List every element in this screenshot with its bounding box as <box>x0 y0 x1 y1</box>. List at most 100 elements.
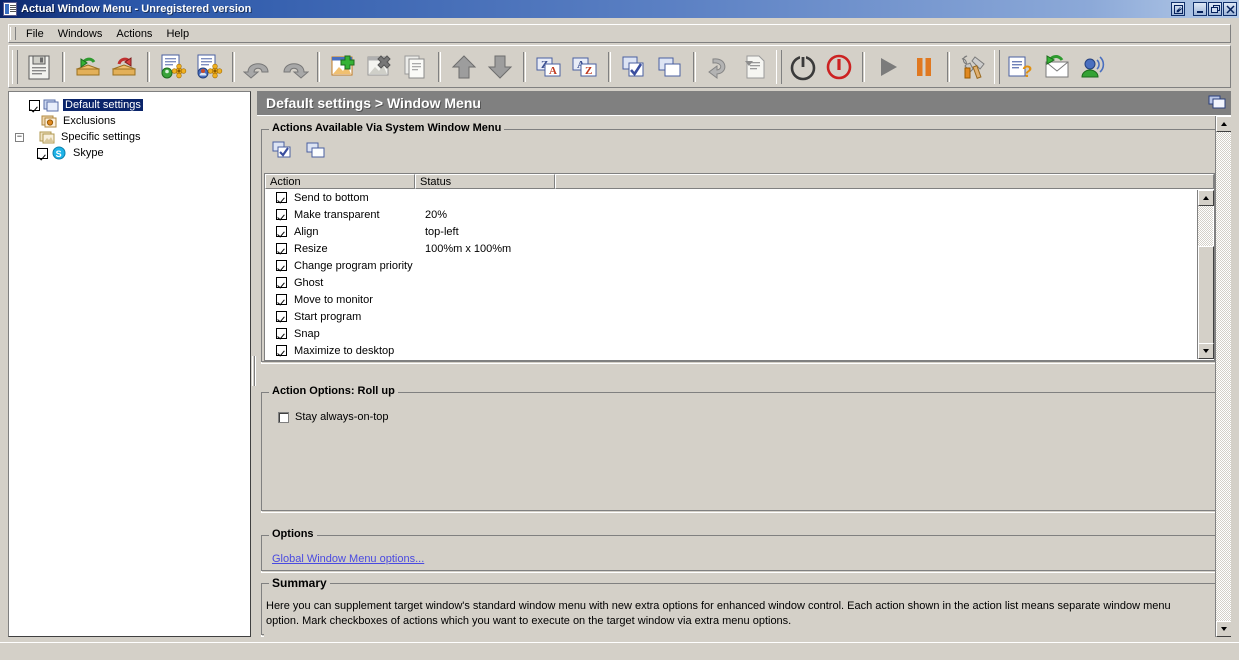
move-down-icon[interactable] <box>482 49 518 85</box>
tree-node-exclusions[interactable]: Exclusions <box>15 113 250 129</box>
actions-list-header: Action Status <box>265 174 1214 189</box>
table-row[interactable]: Align top-left <box>265 223 1214 240</box>
tree-indent-guide <box>15 97 29 113</box>
restore-button[interactable] <box>1208 2 1222 16</box>
table-row[interactable]: Resize 100%m x 100%m <box>265 240 1214 257</box>
table-row[interactable]: Maximize to desktop <box>265 342 1214 359</box>
row-checkbox[interactable] <box>276 328 287 339</box>
redo-icon <box>276 49 312 85</box>
page-title: Default settings > Window Menu <box>266 95 481 111</box>
close-button[interactable] <box>1223 2 1237 16</box>
app-window-icon <box>3 2 17 16</box>
roll-up-button[interactable] <box>1171 2 1185 16</box>
row-checkbox[interactable] <box>276 277 287 288</box>
skype-icon: S <box>51 146 67 160</box>
specific-settings-icon[interactable] <box>191 49 227 85</box>
sort-descending-icon[interactable]: Z A <box>531 49 567 85</box>
row-action-name: Align <box>294 225 319 238</box>
column-header-status[interactable]: Status <box>415 174 555 189</box>
menu-help[interactable]: Help <box>159 26 196 42</box>
stay-on-top-row[interactable]: Stay always-on-top <box>278 411 389 423</box>
copy-settings-icon[interactable] <box>652 49 688 85</box>
actions-group-title: Actions Available Via System Window Menu <box>269 122 505 134</box>
menu-windows[interactable]: Windows <box>51 26 110 42</box>
row-checkbox[interactable] <box>276 243 287 254</box>
actions-minibar <box>271 139 329 161</box>
tree-node-default-settings[interactable]: Default settings <box>15 97 250 113</box>
row-checkbox[interactable] <box>276 209 287 220</box>
tree-checkbox-skype[interactable] <box>37 147 48 159</box>
add-window-icon[interactable] <box>325 49 361 85</box>
minimize-button[interactable] <box>1193 2 1207 16</box>
toolbar-grip[interactable] <box>994 49 1000 84</box>
status-bar <box>0 642 1239 660</box>
tree-node-specific-settings[interactable]: − Specific settings <box>15 129 250 145</box>
toolbar-grip[interactable] <box>776 49 782 84</box>
page-scrollbar[interactable] <box>1215 116 1231 637</box>
page-scroll-down-button[interactable] <box>1216 621 1231 637</box>
toolbar-separator <box>608 51 611 82</box>
table-row[interactable]: Snap <box>265 325 1214 342</box>
actions-list-scrollbar[interactable] <box>1197 190 1214 359</box>
column-header-action[interactable]: Action <box>265 174 415 189</box>
scroll-up-button[interactable] <box>1198 190 1214 206</box>
menu-actions[interactable]: Actions <box>109 26 159 42</box>
table-row[interactable]: Send to bottom <box>265 189 1214 206</box>
about-icon[interactable] <box>1075 49 1111 85</box>
summary-group-body: Here you can supplement target window's … <box>262 585 1217 637</box>
row-checkbox[interactable] <box>276 192 287 203</box>
menu-file[interactable]: File <box>19 26 51 42</box>
actions-group: Actions Available Via System Window Menu <box>261 122 1218 364</box>
export-settings-icon[interactable] <box>106 49 142 85</box>
move-up-icon[interactable] <box>446 49 482 85</box>
scroll-down-button[interactable] <box>1198 343 1214 359</box>
settings-tree-panel[interactable]: Default settings Exclusions − Specific s… <box>8 91 251 637</box>
default-settings-icon[interactable] <box>155 49 191 85</box>
stay-on-top-checkbox[interactable] <box>278 411 289 423</box>
window-cascade-icon[interactable] <box>1208 94 1226 110</box>
row-checkbox[interactable] <box>276 294 287 305</box>
row-checkbox[interactable] <box>276 345 287 356</box>
table-row[interactable]: Change program priority <box>265 257 1214 274</box>
pause-icon[interactable] <box>906 49 942 85</box>
copy-actions-icon[interactable] <box>305 139 329 161</box>
default-settings-icon <box>43 98 59 112</box>
check-all-icon[interactable] <box>616 49 652 85</box>
delete-window-icon[interactable] <box>361 49 397 85</box>
configure-tools-icon[interactable] <box>955 49 991 85</box>
row-checkbox[interactable] <box>276 311 287 322</box>
row-checkbox[interactable] <box>276 260 287 271</box>
import-settings-icon[interactable] <box>70 49 106 85</box>
tree-node-skype[interactable]: S Skype <box>15 145 250 161</box>
apply-template-icon <box>737 49 773 85</box>
application-window: Actual Window Menu - Unregistered versio… <box>0 0 1239 660</box>
mail-support-icon[interactable] <box>1039 49 1075 85</box>
tree-expander-specific-settings[interactable]: − <box>15 132 24 142</box>
tree-checkbox-default-settings[interactable] <box>29 99 40 111</box>
page-scrollbar-track[interactable] <box>1216 132 1231 621</box>
menu-bar: File Windows Actions Help <box>8 24 1231 43</box>
play-icon[interactable] <box>870 49 906 85</box>
table-row[interactable]: Make transparent 20% <box>265 206 1214 223</box>
toolbar-grip[interactable] <box>12 49 18 84</box>
actions-list[interactable]: Action Status Send to bottom Make transp <box>264 173 1215 361</box>
sort-ascending-icon[interactable]: A Z <box>567 49 603 85</box>
row-checkbox[interactable] <box>276 226 287 237</box>
table-row[interactable]: Ghost <box>265 274 1214 291</box>
check-all-actions-icon[interactable] <box>271 139 295 161</box>
help-icon[interactable]: ? <box>1003 49 1039 85</box>
scrollbar-thumb[interactable] <box>1198 246 1214 350</box>
summary-text-box[interactable]: Here you can supplement target window's … <box>264 596 1215 637</box>
stop-icon[interactable] <box>821 49 857 85</box>
column-header-extra[interactable] <box>555 174 1214 189</box>
global-window-menu-options-link[interactable]: Global Window Menu options... <box>272 553 424 565</box>
page-scroll-up-button[interactable] <box>1216 116 1231 132</box>
save-icon[interactable] <box>21 49 57 85</box>
power-icon[interactable] <box>785 49 821 85</box>
row-action-name: Snap <box>294 327 320 340</box>
exclusions-icon <box>41 114 57 128</box>
scrollbar-track[interactable] <box>1198 206 1214 350</box>
actions-list-body: Send to bottom Make transparent 20% Alig… <box>265 189 1214 359</box>
table-row[interactable]: Start program <box>265 308 1214 325</box>
table-row[interactable]: Move to monitor <box>265 291 1214 308</box>
